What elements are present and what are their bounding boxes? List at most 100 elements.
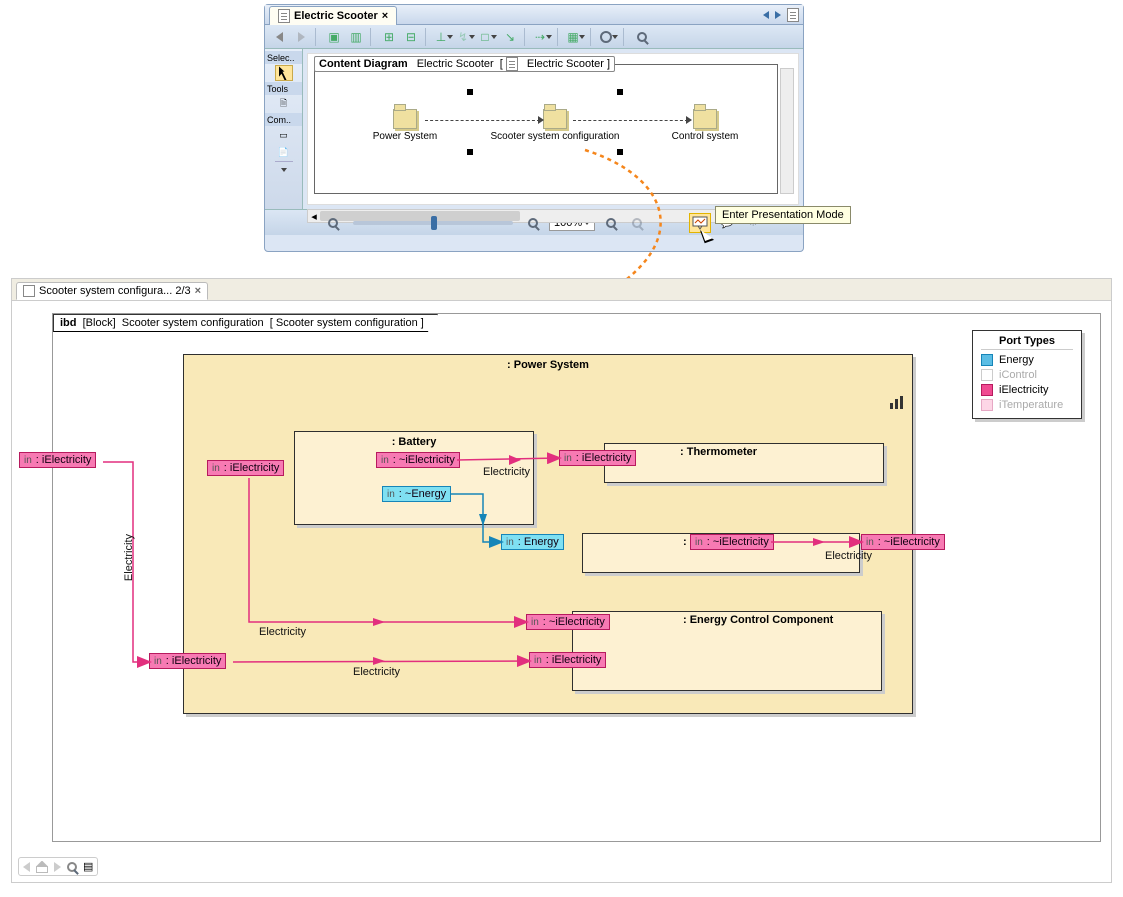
- zoom-slider[interactable]: [353, 221, 513, 225]
- package-power-system[interactable]: Power System: [355, 109, 455, 142]
- diagram-toolbar: ▣ ▥ ⊞ ⊟ ⊥ ↯ □ ↘ ⇢ ▦: [265, 25, 803, 49]
- nav-search-button[interactable]: [67, 862, 77, 872]
- package-icon: [693, 109, 717, 129]
- settings-button[interactable]: [599, 28, 619, 46]
- tool-block[interactable]: ▭: [275, 127, 293, 143]
- grid-button[interactable]: ▦: [566, 28, 586, 46]
- diagram-frame: Power System Scooter system configuratio…: [314, 64, 778, 194]
- port-dist-energy[interactable]: in: Energy: [501, 534, 564, 550]
- gear-icon: [600, 31, 612, 43]
- block-battery[interactable]: : Battery: [294, 431, 534, 525]
- selection-tool[interactable]: [275, 65, 293, 81]
- edge-label-electricity: Electricity: [259, 626, 306, 638]
- tool-btn-2[interactable]: ▥: [346, 28, 366, 46]
- selection-handle[interactable]: [617, 149, 623, 155]
- toolbar-separator: [557, 28, 562, 46]
- package-label: Scooter system configuration: [485, 131, 625, 142]
- document-icon: [278, 9, 290, 23]
- tool-note[interactable]: 🗎: [275, 96, 293, 112]
- search-icon: [637, 32, 647, 42]
- zoom-slider-thumb[interactable]: [431, 216, 437, 230]
- tab-bar-nav: [763, 8, 799, 22]
- toolbar-separator: [425, 28, 430, 46]
- ibd-tab-bar: Scooter system configura... 2/3 ×: [12, 279, 1111, 301]
- edge-label-electricity: Electricity: [825, 550, 872, 562]
- navigation-footer: ▤: [18, 857, 98, 876]
- ibd-canvas[interactable]: ibd [Block] Scooter system configuration…: [52, 313, 1101, 842]
- tool-btn-3[interactable]: ⊞: [379, 28, 399, 46]
- port-ecc-ielec[interactable]: in: iElectricity: [529, 652, 606, 668]
- back-button[interactable]: [269, 28, 289, 46]
- tab-electric-scooter[interactable]: Electric Scooter ×: [269, 6, 397, 25]
- editor-body: Selec.. Tools 🗎 Com.. ▭ 📄 Content Diagra…: [265, 49, 803, 209]
- scroll-thumb[interactable]: [320, 211, 520, 221]
- tab-scooter-config[interactable]: Scooter system configura... 2/3 ×: [16, 282, 208, 300]
- diagram-name: Electric Scooter: [417, 58, 494, 70]
- dependency-2: [573, 120, 688, 121]
- toolbar-separator: [590, 28, 595, 46]
- port-ps-bottom-ielec[interactable]: in: iElectricity: [149, 653, 226, 669]
- port-ecc-ielec-neg[interactable]: in: ~iElectricity: [526, 614, 610, 630]
- legend-port-types: Port Types Energy iControl iElectricity …: [972, 330, 1082, 419]
- search-button[interactable]: [632, 28, 652, 46]
- frame-meta: [Block]: [83, 317, 116, 329]
- palette-sidebar: Selec.. Tools 🗎 Com.. ▭ 📄: [265, 49, 303, 209]
- tab-title: Scooter system configura... 2/3: [39, 285, 191, 297]
- route-button[interactable]: ↯: [456, 28, 476, 46]
- next-tab-button[interactable]: [775, 11, 781, 19]
- mouse-cursor: [702, 228, 716, 246]
- nav-list-button[interactable]: ▤: [83, 860, 93, 873]
- toolbar-separator: [524, 28, 529, 46]
- selection-handle[interactable]: [467, 149, 473, 155]
- ibd-frame-header: ibd [Block] Scooter system configuration…: [53, 314, 438, 332]
- forward-button[interactable]: [291, 28, 311, 46]
- prev-tab-button[interactable]: [763, 11, 769, 19]
- tab-close-button[interactable]: ×: [382, 10, 388, 22]
- tab-list-button[interactable]: [787, 8, 799, 22]
- selection-handle[interactable]: [467, 89, 473, 95]
- port-dist-ielec-neg[interactable]: in: ~iElectricity: [690, 534, 774, 550]
- tool-doc[interactable]: 📄: [275, 144, 293, 160]
- tree-layout-button[interactable]: ⊥: [434, 28, 454, 46]
- block-ecc[interactable]: : Energy Control Component: [572, 611, 882, 691]
- port-batt-energy-neg[interactable]: in: ~Energy: [382, 486, 451, 502]
- vertical-scrollbar[interactable]: [780, 68, 794, 194]
- port-batt-ielec-neg[interactable]: in: ~iElectricity: [376, 452, 460, 468]
- selection-handle[interactable]: [617, 89, 623, 95]
- document-icon: [506, 57, 518, 71]
- tool-btn-4[interactable]: ⊟: [401, 28, 421, 46]
- palette-group-selection[interactable]: Selec..: [265, 51, 302, 64]
- diagram-kind: Content Diagram: [319, 58, 408, 70]
- tool-btn-1[interactable]: ▣: [324, 28, 344, 46]
- scroll-left[interactable]: ◂: [308, 210, 320, 222]
- port-ps-ielec[interactable]: in: iElectricity: [207, 460, 284, 476]
- path-button[interactable]: ↘: [500, 28, 520, 46]
- nav-forward-button[interactable]: [54, 862, 61, 872]
- palette-expand[interactable]: [275, 161, 293, 177]
- package-icon: [393, 109, 417, 129]
- zoom-reset-button[interactable]: [627, 214, 647, 232]
- toolbar-separator: [315, 28, 320, 46]
- diagram-canvas[interactable]: Content Diagram Electric Scooter [ Elect…: [307, 53, 799, 205]
- block-title: : Power System: [184, 355, 912, 375]
- legend-item-energy: Energy: [981, 354, 1073, 366]
- port-ext-ielec[interactable]: in: iElectricity: [19, 452, 96, 468]
- palette-group-tools[interactable]: Tools: [265, 82, 302, 95]
- toolbar-separator: [370, 28, 375, 46]
- relation-button[interactable]: ⇢: [533, 28, 553, 46]
- edge-label-electricity: Electricity: [483, 466, 530, 478]
- block-title: : Energy Control Component: [573, 612, 881, 628]
- align-button[interactable]: □: [478, 28, 498, 46]
- tab-close-button[interactable]: ×: [195, 285, 201, 297]
- package-scooter-config[interactable]: Scooter system configuration: [485, 109, 625, 142]
- port-ps-right-ielec-neg[interactable]: in: ~iElectricity: [861, 534, 945, 550]
- block-title: : Thermometer: [605, 444, 883, 460]
- nav-home-button[interactable]: [36, 861, 48, 873]
- port-therm-ielec[interactable]: in: iElectricity: [559, 450, 636, 466]
- package-control-system[interactable]: Control system: [655, 109, 755, 142]
- zoom-in-icon: [528, 218, 538, 228]
- palette-group-common[interactable]: Com..: [265, 113, 302, 126]
- block-thermometer[interactable]: : Thermometer: [604, 443, 884, 483]
- package-label: Power System: [355, 131, 455, 142]
- nav-back-button[interactable]: [23, 862, 30, 872]
